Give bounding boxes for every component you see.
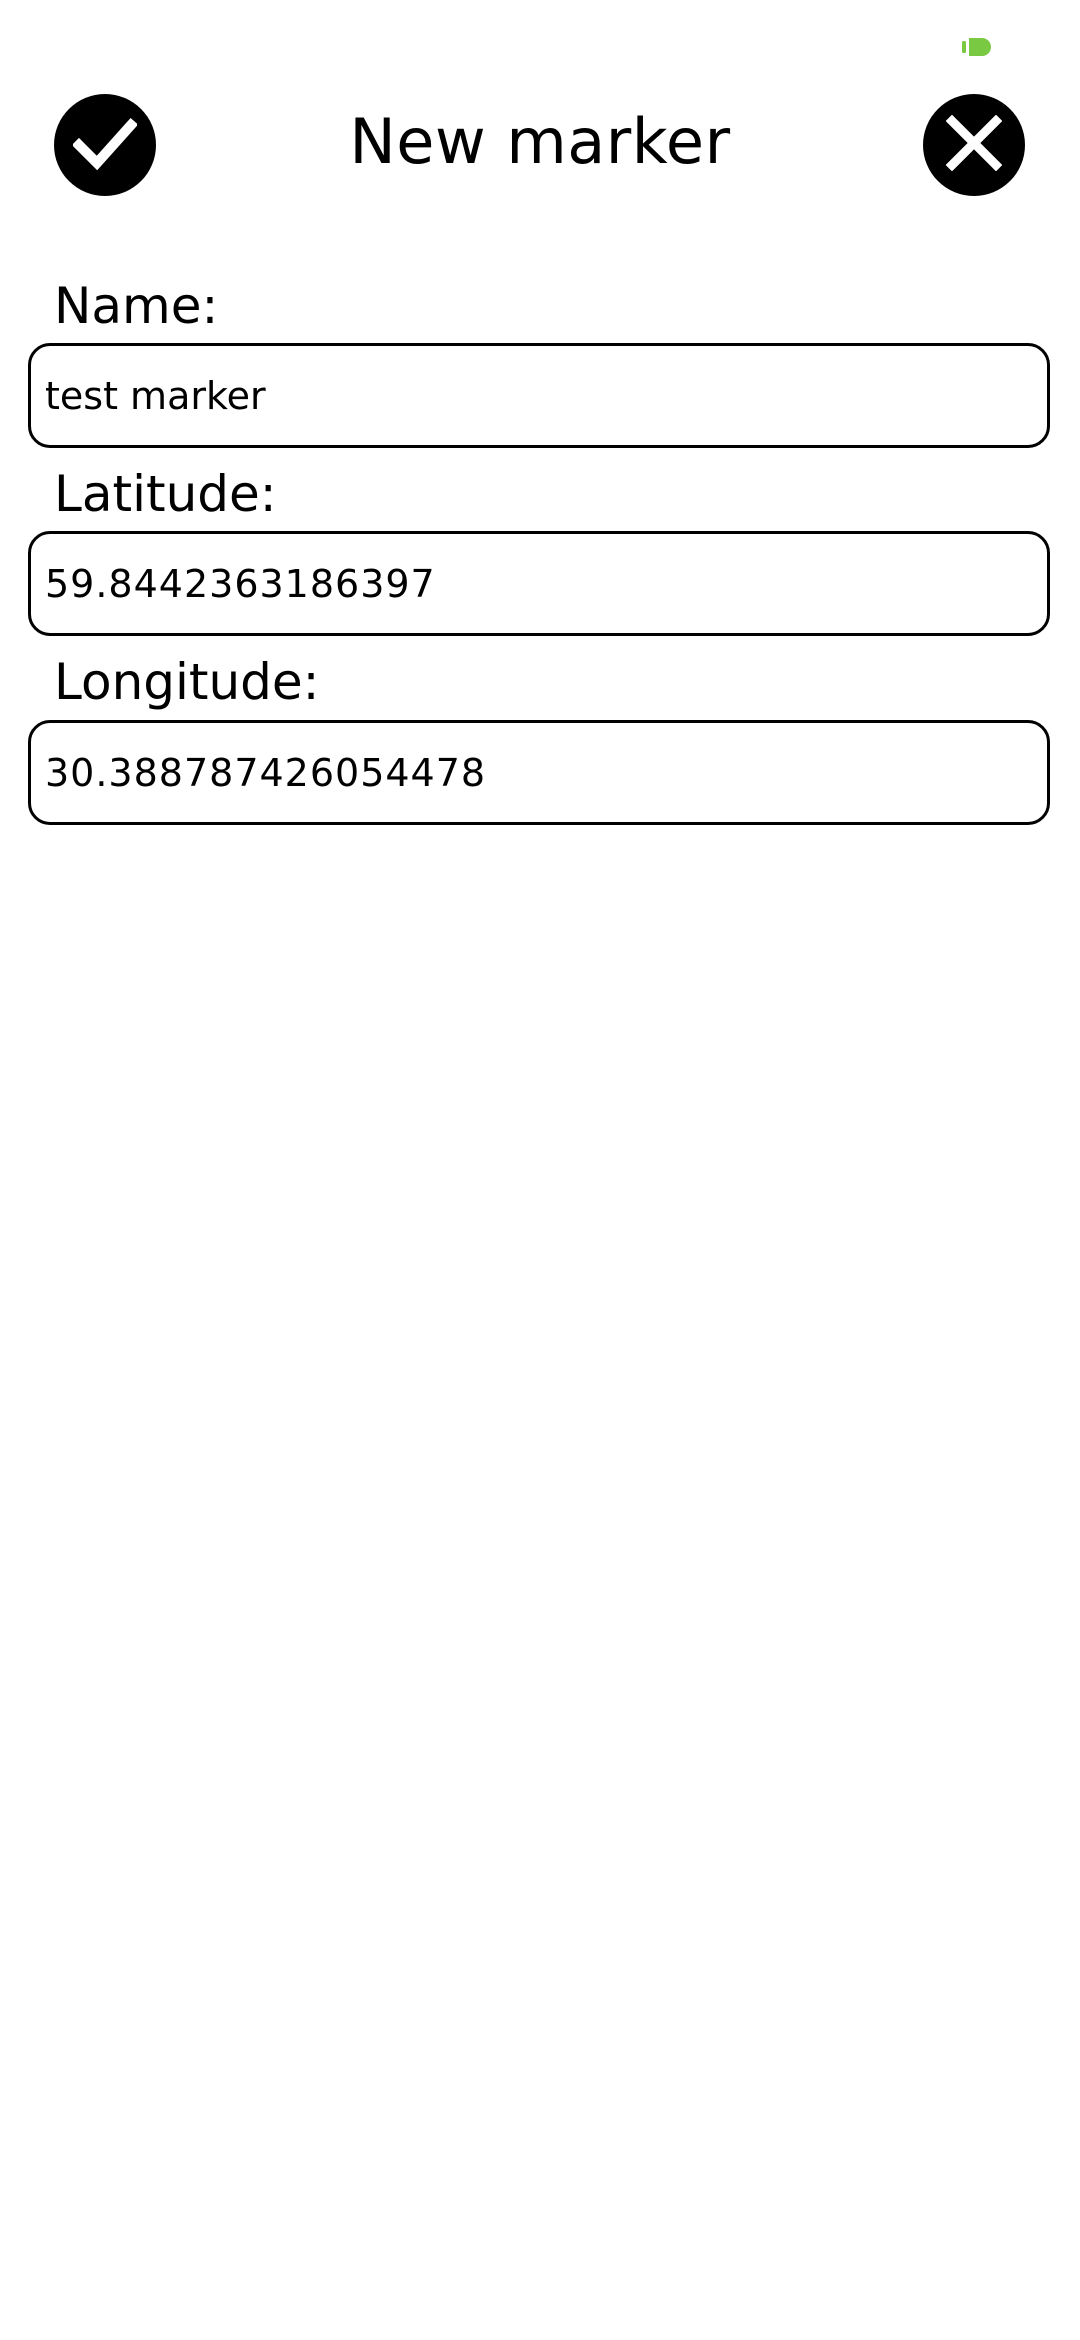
longitude-input[interactable] — [28, 720, 1050, 825]
longitude-label: Longitude: — [54, 653, 320, 711]
name-input[interactable] — [28, 343, 1050, 448]
latitude-input[interactable] — [28, 531, 1050, 636]
page-title: New marker — [349, 105, 731, 178]
close-icon — [945, 114, 1003, 175]
close-button[interactable] — [923, 94, 1025, 196]
battery-icon — [962, 38, 992, 56]
latitude-label: Latitude: — [54, 465, 277, 523]
name-label: Name: — [54, 277, 219, 335]
